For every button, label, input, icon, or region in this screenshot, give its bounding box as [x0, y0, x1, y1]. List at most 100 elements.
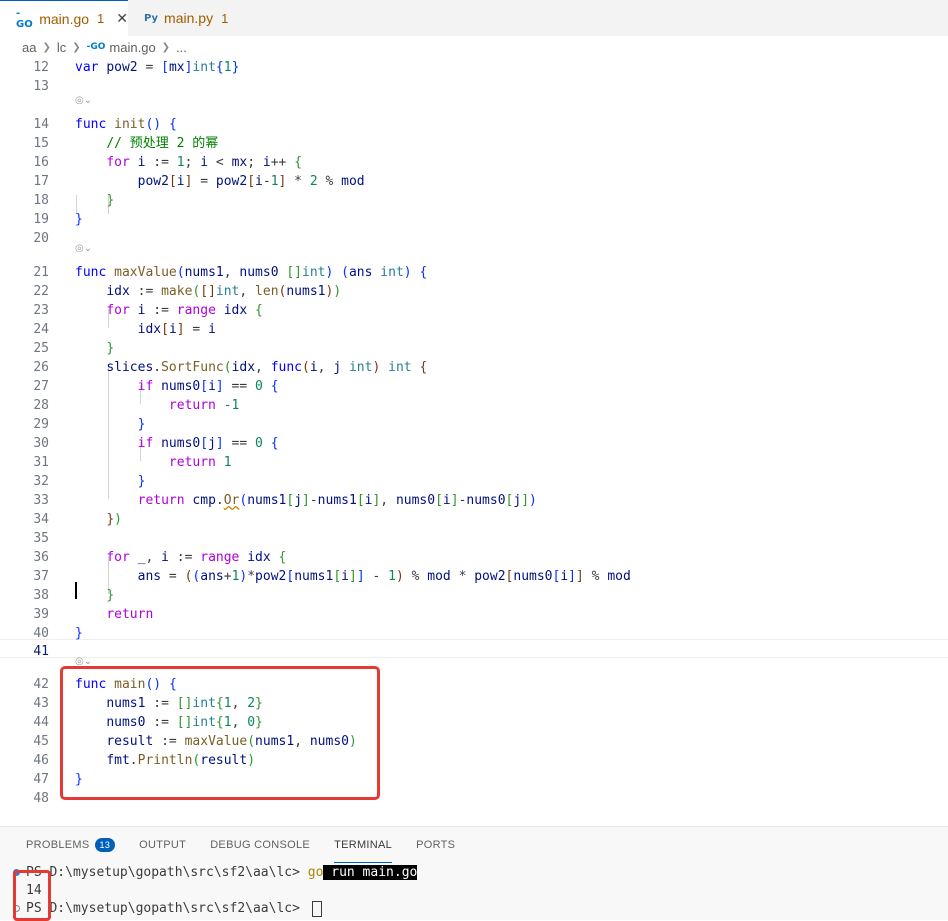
line-number: 32: [33, 474, 49, 489]
current-line-highlight: [0, 639, 948, 658]
go-file-icon: -GO: [86, 42, 106, 52]
code-line: }: [75, 626, 83, 641]
terminal-command: go: [307, 865, 324, 880]
tab-problem-count: 1: [221, 10, 229, 26]
code-line: slices.SortFunc(idx, func(i, j int) int …: [106, 360, 428, 375]
chevron-right-icon: ❯: [72, 41, 81, 53]
line-number: 28: [33, 398, 49, 413]
text-cursor: [75, 582, 77, 599]
tab-main-py[interactable]: Py main.py 1: [128, 0, 246, 36]
line-number: 30: [33, 436, 49, 451]
terminal-line: PS D:\mysetup\gopath\src\sf2\aa\lc> go r…: [26, 864, 418, 881]
line-number: 19: [33, 212, 49, 227]
code-line: return -1: [168, 398, 240, 413]
tab-label: PROBLEMS: [26, 839, 90, 851]
references-icon[interactable]: ◎⌄: [75, 243, 92, 254]
code-line: if nums0[j] == 0 {: [137, 436, 279, 451]
code-line: pow2[i] = pow2[i-1] * 2 % mod: [137, 174, 365, 189]
line-number: 47: [33, 772, 49, 787]
breadcrumb: aa ❯ lc ❯ -GO main.go ❯ ...: [22, 37, 187, 57]
line-number: 43: [33, 696, 49, 711]
terminal-prompt: PS D:\mysetup\gopath\src\sf2\aa\lc>: [26, 901, 308, 916]
chevron-right-icon: ❯: [42, 41, 51, 53]
line-number: 22: [33, 284, 49, 299]
line-number: 13: [33, 79, 49, 94]
line-number: 39: [33, 607, 49, 622]
line-number: 34: [33, 512, 49, 527]
code-line: return cmp.Or(nums1[j]-nums1[i], nums0[i…: [137, 493, 537, 508]
line-number: 48: [33, 791, 49, 806]
references-icon[interactable]: ◎⌄: [75, 95, 92, 106]
line-number: 31: [33, 455, 49, 470]
editor-tab-bar: -GO main.go 1 ✕ Py main.py 1: [0, 0, 948, 36]
code-line: idx := make([]int, len(nums1)): [106, 284, 342, 299]
terminal-prompt: PS D:\mysetup\gopath\src\sf2\aa\lc>: [26, 865, 308, 880]
tab-main-go[interactable]: -GO main.go 1 ✕: [0, 0, 128, 36]
tab-output[interactable]: OUTPUT: [139, 827, 186, 863]
tab-terminal[interactable]: TERMINAL: [334, 827, 393, 863]
code-line: }: [106, 588, 115, 603]
code-line: ans = ((ans+1)*pow2[nums1[i]] - 1) % mod…: [137, 569, 631, 584]
breadcrumb-item[interactable]: main.go: [109, 40, 155, 55]
line-number: 27: [33, 379, 49, 394]
line-number: 18: [33, 193, 49, 208]
line-number: 38: [33, 588, 49, 603]
code-line: }: [106, 193, 115, 208]
line-number: 25: [33, 341, 49, 356]
line-number: 41: [33, 644, 49, 659]
line-number: 40: [33, 626, 49, 641]
code-line: idx[i] = i: [137, 322, 216, 337]
breadcrumb-item[interactable]: aa: [22, 40, 36, 55]
code-line: }: [75, 212, 83, 227]
line-number: 46: [33, 753, 49, 768]
python-file-icon: Py: [144, 12, 159, 24]
code-line: }: [137, 417, 146, 432]
tab-label: main.go: [39, 10, 90, 27]
panel-tabs: PROBLEMS 13 OUTPUT DEBUG CONSOLE TERMINAL…: [26, 827, 479, 863]
code-line: for i := 1; i < mx; i++ {: [106, 155, 303, 170]
code-line: }): [106, 512, 122, 527]
line-number: 20: [33, 231, 49, 246]
code-line: func init() {: [75, 117, 177, 132]
line-number: 26: [33, 360, 49, 375]
line-number: 44: [33, 715, 49, 730]
code-line: return 1: [168, 455, 232, 470]
line-number: 15: [33, 136, 49, 151]
code-line: for _, i := range idx {: [106, 550, 287, 565]
line-number: 33: [33, 493, 49, 508]
code-line: // 预处理 2 的幂: [106, 136, 219, 151]
line-number: 42: [33, 677, 49, 692]
breadcrumb-item[interactable]: lc: [57, 40, 66, 55]
line-number: 36: [33, 550, 49, 565]
line-number: 17: [33, 174, 49, 189]
chevron-right-icon: ❯: [161, 41, 171, 53]
code-line: func maxValue(nums1, nums0 []int) (ans i…: [75, 265, 428, 280]
close-icon[interactable]: ✕: [116, 11, 128, 27]
tab-ports[interactable]: PORTS: [416, 827, 455, 863]
line-number: 12: [33, 60, 49, 75]
go-file-icon: -GO: [16, 7, 33, 30]
code-line: return: [106, 607, 154, 622]
breadcrumb-item[interactable]: ...: [176, 40, 187, 55]
tab-problem-count: 1: [97, 11, 105, 26]
code-line: }: [106, 341, 115, 356]
annotation-highlight-box: [13, 870, 51, 921]
line-number: 29: [33, 417, 49, 432]
annotation-highlight-box: [60, 666, 380, 800]
tab-problems[interactable]: PROBLEMS 13: [26, 827, 116, 863]
line-number: 14: [33, 117, 49, 132]
tab-debug-console[interactable]: DEBUG CONSOLE: [210, 827, 310, 863]
code-line: }: [137, 474, 146, 489]
tab-label: main.py: [164, 10, 214, 26]
terminal-line: PS D:\mysetup\gopath\src\sf2\aa\lc>: [26, 900, 322, 917]
line-number: 16: [33, 155, 49, 170]
code-line: var pow2 = [mx]int{1}: [75, 60, 240, 75]
line-number: 21: [33, 265, 49, 280]
problems-count-badge: 13: [94, 838, 116, 852]
code-line: if nums0[i] == 0 {: [137, 379, 279, 394]
terminal-cursor: [311, 900, 322, 917]
line-number: 24: [33, 322, 49, 337]
code-line: for i := range idx {: [106, 303, 263, 318]
terminal-command-args: run main.go: [323, 865, 418, 880]
line-number: 37: [33, 569, 49, 584]
